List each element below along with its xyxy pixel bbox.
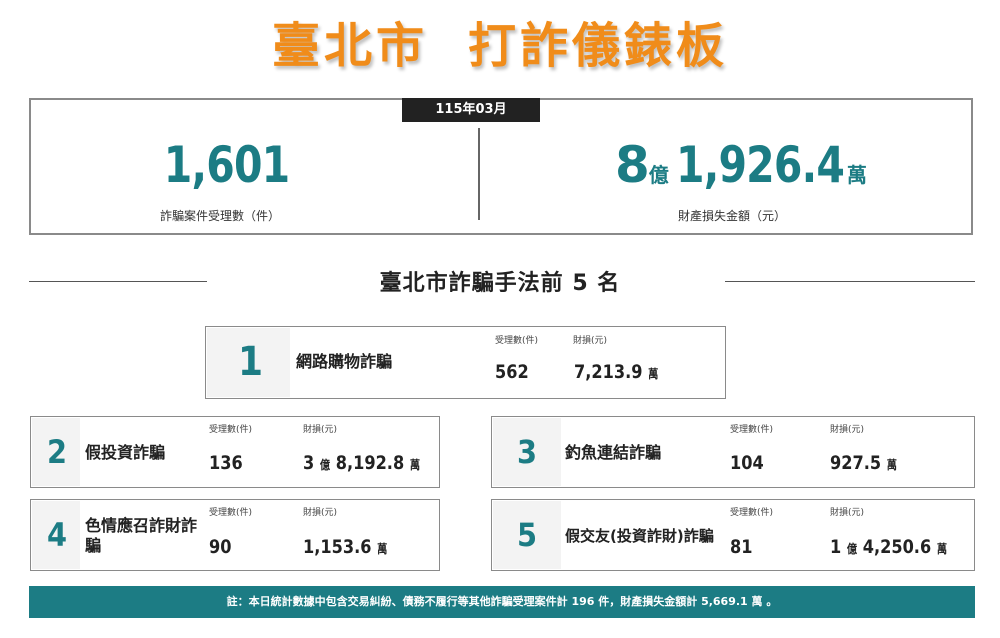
method-cases: 136 <box>209 452 243 474</box>
dashboard-title: 臺北市 打詐儀錶板 <box>0 6 1000 76</box>
loss-header: 財損(元) <box>303 508 338 518</box>
loss-yi-value: 3 <box>303 452 315 474</box>
loss-wan-value: 1,153.6 <box>303 536 372 558</box>
method-name: 釣魚連結詐騙 <box>565 443 662 462</box>
loss-unit: 萬 <box>377 542 388 556</box>
loss-yi-value: 1 <box>830 536 842 558</box>
loss-yi-unit: 億 <box>319 458 331 472</box>
method-cases: 562 <box>495 361 529 383</box>
rank-number: 1 <box>238 339 264 385</box>
title-dashboard: 打詐儀錶板 <box>468 18 729 74</box>
loss-total-value: 8億 1,926.4 萬 <box>615 136 867 194</box>
loss-wan-unit: 萬 <box>846 163 867 187</box>
rank-number: 2 <box>47 433 68 471</box>
loss-header: 財損(元) <box>303 425 338 435</box>
rank-number: 4 <box>47 516 68 554</box>
method-loss: 7,213.9 萬 <box>574 361 658 383</box>
method-name: 色情應召詐財詐 騙 <box>85 516 197 556</box>
cases-header: 受理數(件) <box>730 508 774 518</box>
loss-wan-value: 8,192.8 <box>335 452 405 474</box>
rank-number: 5 <box>517 516 538 554</box>
method-card-4: 4 色情應召詐財詐 騙 受理數(件) 財損(元) 90 1,153.6 萬 <box>30 499 440 571</box>
method-cases: 104 <box>730 452 764 474</box>
method-card-1: 1 網路購物詐騙 受理數(件) 財損(元) 562 7,213.9 萬 <box>205 326 726 399</box>
loss-unit: 萬 <box>409 458 421 472</box>
method-cases: 81 <box>730 536 753 558</box>
loss-header: 財損(元) <box>830 425 865 435</box>
method-name-line1: 色情應召詐財詐 <box>85 516 198 535</box>
method-loss: 1 億 4,250.6 萬 <box>830 536 947 558</box>
loss-unit: 萬 <box>886 458 897 472</box>
rank-number: 3 <box>517 433 538 471</box>
loss-wan-value: 927.5 <box>830 452 882 474</box>
method-card-5: 5 假交友(投資詐財)詐騙 受理數(件) 財損(元) 81 1 億 4,250.… <box>491 499 975 571</box>
summary-divider <box>478 128 480 220</box>
period-badge: 115年03月 <box>402 98 540 122</box>
cases-header: 受理數(件) <box>209 425 253 435</box>
loss-wan-value: 1,926.4 <box>675 136 845 194</box>
method-card-3: 3 釣魚連結詐騙 受理數(件) 財損(元) 104 927.5 萬 <box>491 416 975 488</box>
method-loss: 3 億 8,192.8 萬 <box>303 452 420 474</box>
cases-total-label: 詐騙案件受理數（件） <box>160 209 281 223</box>
loss-header: 財損(元) <box>573 336 608 346</box>
method-loss: 927.5 萬 <box>830 452 897 474</box>
cases-header: 受理數(件) <box>209 508 253 518</box>
method-name: 網路購物詐騙 <box>296 352 393 371</box>
cases-header: 受理數(件) <box>495 336 539 346</box>
loss-wan-value: 7,213.9 <box>574 361 643 383</box>
method-cases: 90 <box>209 536 232 558</box>
method-name-line2: 騙 <box>85 536 102 555</box>
loss-unit: 萬 <box>648 367 659 381</box>
method-name: 假交友(投資詐財)詐騙 <box>565 527 714 545</box>
loss-yi-unit: 億 <box>648 163 669 187</box>
loss-unit: 萬 <box>936 542 948 556</box>
method-card-2: 2 假投資詐騙 受理數(件) 財損(元) 136 3 億 8,192.8 萬 <box>30 416 440 488</box>
loss-header: 財損(元) <box>830 508 865 518</box>
method-name: 假投資詐騙 <box>85 443 166 462</box>
title-city: 臺北市 <box>271 18 428 74</box>
method-loss: 1,153.6 萬 <box>303 536 387 558</box>
loss-total-label: 財產損失金額（元） <box>678 209 787 223</box>
footer-note: 註：本日統計數據中包含交易糾紛、債務不履行等其他詐騙受理案件計 196 件，財產… <box>29 586 975 618</box>
loss-wan-value: 4,250.6 <box>862 536 932 558</box>
loss-yi-value: 8 <box>615 136 650 194</box>
loss-yi-unit: 億 <box>846 542 858 556</box>
section-title: 臺北市詐騙手法前 5 名 <box>379 271 621 296</box>
cases-total-value: 1,601 <box>163 136 290 194</box>
cases-header: 受理數(件) <box>730 425 774 435</box>
